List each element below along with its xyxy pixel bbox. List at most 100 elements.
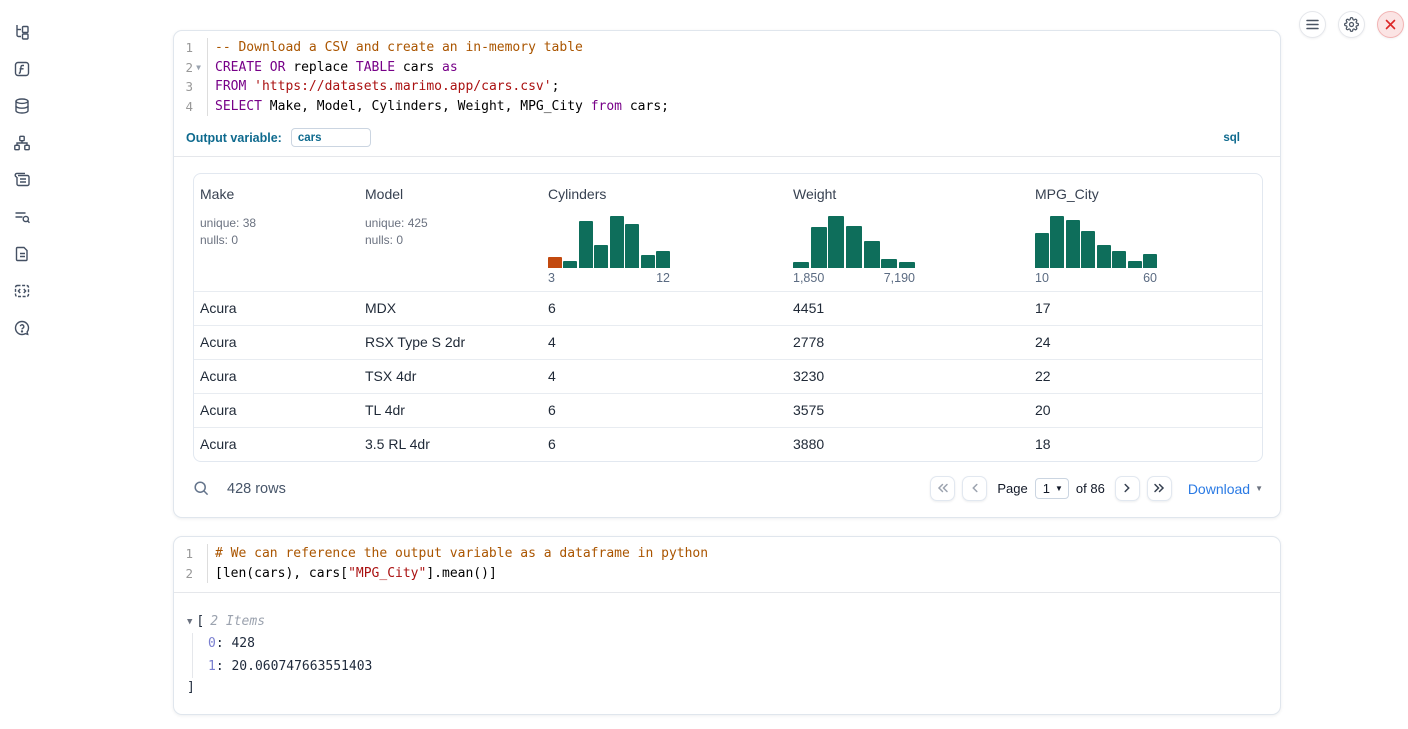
- previous-page-button[interactable]: [962, 476, 987, 501]
- table-cell: RSX Type S 2dr: [359, 326, 542, 359]
- table-cell: 3.5 RL 4dr: [359, 428, 542, 461]
- next-page-button[interactable]: [1115, 476, 1140, 501]
- fold-chevron-icon[interactable]: ▼: [193, 58, 204, 78]
- download-button[interactable]: Download ▼: [1188, 481, 1263, 497]
- table-cell: 18: [1029, 428, 1262, 461]
- column-name: Cylinders: [548, 186, 779, 202]
- output-variable-label: Output variable:: [186, 131, 282, 145]
- file-explorer-icon[interactable]: [13, 23, 31, 41]
- table-cell: 4451: [787, 292, 1029, 325]
- logs-icon[interactable]: [13, 208, 31, 226]
- table-cell: Acura: [194, 292, 359, 325]
- line-number-gutter: 3▼: [174, 77, 208, 97]
- histogram-bar: [1066, 220, 1080, 268]
- column-histogram[interactable]: [548, 216, 670, 268]
- code-line: 1▼-- Download a CSV and create an in-mem…: [174, 38, 1280, 58]
- column-stats: unique: 38nulls: 0: [200, 215, 351, 248]
- tree-collapse-icon[interactable]: ▼: [187, 611, 192, 633]
- tree-body: 0: 4281: 20.060747663551403: [192, 633, 1264, 678]
- table-row[interactable]: Acura3.5 RL 4dr6388018: [194, 427, 1262, 461]
- table-row[interactable]: AcuraTSX 4dr4323022: [194, 359, 1262, 393]
- code-token-plain: replace: [285, 60, 355, 75]
- column-histogram[interactable]: [1035, 216, 1157, 268]
- histogram-bar: [793, 262, 809, 268]
- code-token-plain: [len(cars), cars[: [215, 566, 348, 581]
- shutdown-close-icon: [1385, 19, 1396, 30]
- code-token-plain: cars: [395, 60, 442, 75]
- code-token-plain: [262, 60, 270, 75]
- code-token-comment: # We can reference the output variable a…: [215, 546, 708, 561]
- left-sidebar: [0, 0, 44, 729]
- code-text: SELECT Make, Model, Cylinders, Weight, M…: [208, 97, 669, 117]
- help-icon[interactable]: [13, 319, 31, 337]
- histogram-bar: [594, 245, 608, 268]
- tree-item-value: 20.060747663551403: [231, 659, 372, 674]
- datasources-icon[interactable]: [13, 97, 31, 115]
- table-row[interactable]: AcuraMDX6445117: [194, 291, 1262, 325]
- table-cell: 20: [1029, 394, 1262, 427]
- code-token-kw: TABLE: [356, 60, 395, 75]
- code-text: -- Download a CSV and create an in-memor…: [208, 38, 583, 58]
- sql-cell: 1▼-- Download a CSV and create an in-mem…: [173, 30, 1281, 518]
- code-text: # We can reference the output variable a…: [208, 544, 708, 564]
- search-icon[interactable]: [193, 480, 210, 497]
- table-footer: 428 rows Page: [174, 462, 1280, 517]
- output-variable-input[interactable]: [291, 128, 371, 147]
- table-cell: TL 4dr: [359, 394, 542, 427]
- column-name: Weight: [793, 186, 1021, 202]
- code-text: CREATE OR replace TABLE cars as: [208, 58, 458, 78]
- table-row[interactable]: AcuraTL 4dr6357520: [194, 393, 1262, 427]
- documentation-icon[interactable]: [13, 245, 31, 263]
- settings-button[interactable]: [1338, 11, 1365, 38]
- column-header-weight[interactable]: Weight1,8507,190: [787, 174, 1029, 291]
- line-number-gutter: 1▼: [174, 38, 208, 58]
- column-header-cylinders[interactable]: Cylinders 312: [542, 174, 787, 291]
- code-token-plain: ].mean()]: [426, 566, 496, 581]
- page-select[interactable]: 1 ▼: [1035, 478, 1069, 499]
- first-page-button[interactable]: [930, 476, 955, 501]
- variables-icon[interactable]: [13, 60, 31, 78]
- table-row[interactable]: AcuraRSX Type S 2dr4277824: [194, 325, 1262, 359]
- column-histogram[interactable]: [793, 216, 915, 268]
- table-cell: 24: [1029, 326, 1262, 359]
- notebook-actions: [1299, 11, 1404, 38]
- column-header-mpg_city[interactable]: MPG_City1060: [1029, 174, 1262, 291]
- histogram-bar: [881, 259, 897, 268]
- column-header-model[interactable]: Modelunique: 425nulls: 0: [359, 174, 542, 291]
- page-select-value: 1: [1043, 481, 1050, 496]
- column-header-make[interactable]: Makeunique: 38nulls: 0: [194, 174, 359, 291]
- snippets-icon[interactable]: [13, 282, 31, 300]
- tree-close-bracket: ]: [187, 678, 1264, 698]
- line-number-gutter: 2▼: [174, 58, 208, 78]
- chevron-down-icon: ▼: [1255, 484, 1263, 493]
- language-badge[interactable]: sql: [1223, 132, 1240, 144]
- tree-item: 0: 428: [208, 633, 1264, 656]
- code-line: 3▼FROM 'https://datasets.marimo.app/cars…: [174, 77, 1280, 97]
- output-variable-row: Output variable: sql: [174, 125, 1280, 156]
- menu-button[interactable]: [1299, 11, 1326, 38]
- python-code-editor[interactable]: 1▼# We can reference the output variable…: [174, 537, 1280, 592]
- chevron-right-icon: [1123, 480, 1131, 498]
- histogram-max-label: 7,190: [884, 271, 915, 285]
- shutdown-button[interactable]: [1377, 11, 1404, 38]
- histogram-max-label: 12: [656, 271, 670, 285]
- histogram-bar: [610, 216, 624, 268]
- code-token-kw: from: [591, 99, 622, 114]
- column-name: MPG_City: [1035, 186, 1254, 202]
- code-token-kw: OR: [270, 60, 286, 75]
- scratchpad-icon[interactable]: [13, 171, 31, 189]
- column-stat: nulls: 0: [200, 232, 351, 249]
- dependency-graph-icon[interactable]: [13, 134, 31, 152]
- histogram-range-labels: 312: [548, 271, 670, 285]
- code-text: FROM 'https://datasets.marimo.app/cars.c…: [208, 77, 559, 97]
- tree-open-bracket: [: [196, 611, 204, 633]
- table-cell: 17: [1029, 292, 1262, 325]
- table-cell: 2778: [787, 326, 1029, 359]
- settings-gear-icon: [1344, 17, 1359, 32]
- table-cell: TSX 4dr: [359, 360, 542, 393]
- table-header-row: Makeunique: 38nulls: 0Modelunique: 425nu…: [194, 174, 1262, 291]
- last-page-button[interactable]: [1147, 476, 1172, 501]
- histogram-min-label: 10: [1035, 271, 1049, 285]
- sql-code-editor[interactable]: 1▼-- Download a CSV and create an in-mem…: [174, 31, 1280, 125]
- tree-item-separator: :: [216, 636, 232, 651]
